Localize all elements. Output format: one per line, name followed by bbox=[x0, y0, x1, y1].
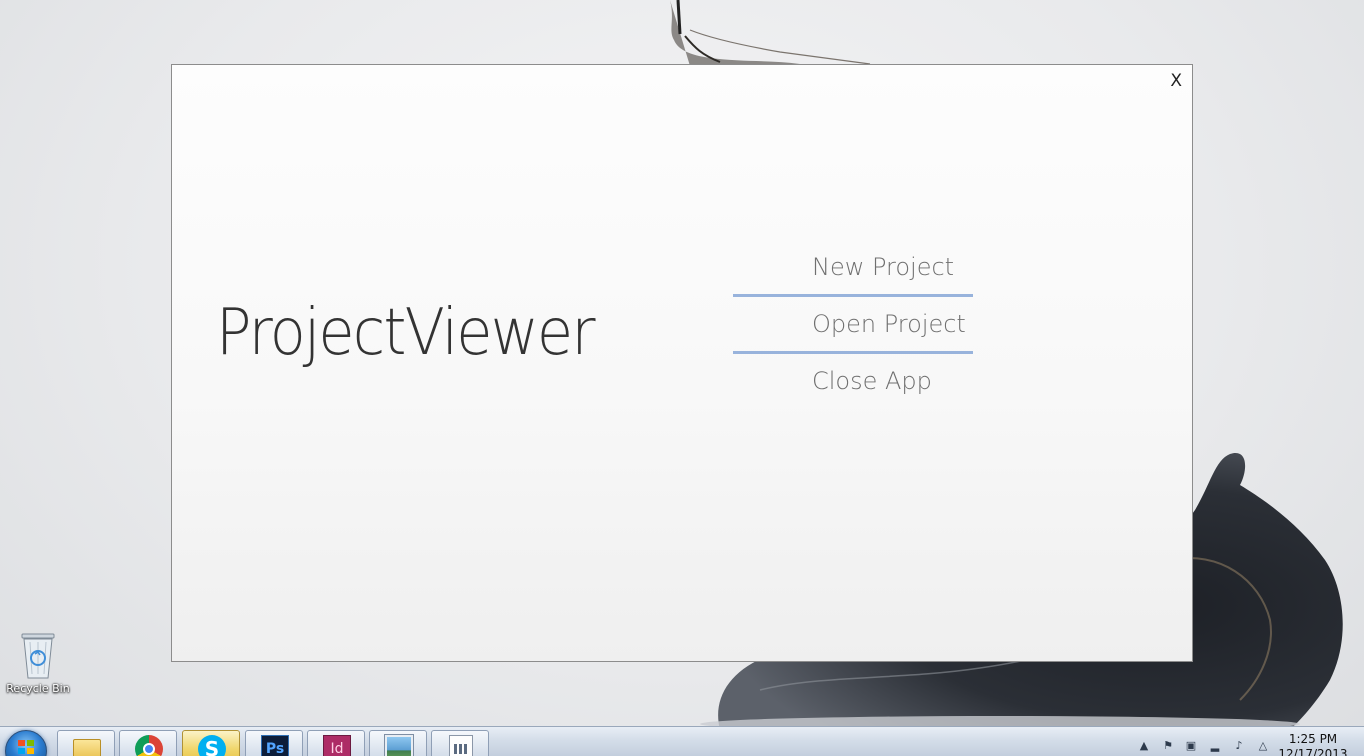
taskbar-skype-button[interactable]: S bbox=[182, 730, 240, 756]
safely-remove-hardware-icon[interactable]: ▣ bbox=[1184, 739, 1198, 753]
chrome-icon bbox=[135, 735, 163, 756]
clock-date: 12/17/2013 bbox=[1278, 747, 1348, 756]
show-hidden-icons-icon[interactable]: ▲ bbox=[1137, 739, 1151, 753]
recycle-bin-label: Recycle Bin bbox=[6, 682, 70, 695]
system-clock[interactable]: 1:25 PM 12/17/2013 bbox=[1278, 732, 1348, 756]
skype-icon: S bbox=[198, 735, 226, 756]
close-button[interactable]: X bbox=[1170, 73, 1182, 90]
clock-time: 1:25 PM bbox=[1288, 732, 1338, 746]
volume-icon[interactable]: ♪ bbox=[1232, 739, 1246, 753]
taskbar-document-button[interactable] bbox=[431, 730, 489, 756]
app-window: X ProjectViewer New Project Open Project… bbox=[171, 64, 1193, 662]
close-app-button[interactable]: Close App bbox=[733, 354, 973, 411]
photoshop-icon: Ps bbox=[261, 735, 289, 756]
indesign-icon: Id bbox=[323, 735, 351, 756]
new-project-button[interactable]: New Project bbox=[733, 240, 973, 297]
start-button[interactable] bbox=[5, 730, 47, 756]
taskbar-photoshop-button[interactable]: Ps bbox=[245, 730, 303, 756]
windows-explorer-icon bbox=[73, 739, 101, 756]
open-project-button[interactable]: Open Project bbox=[733, 297, 973, 354]
wallpaper-ink-top bbox=[670, 0, 871, 66]
taskbar-photo-viewer-button[interactable] bbox=[369, 730, 427, 756]
taskbar-chrome-button[interactable] bbox=[119, 730, 177, 756]
taskbar-indesign-button[interactable]: Id bbox=[307, 730, 365, 756]
action-center-flag-icon[interactable]: ⚑ bbox=[1161, 739, 1175, 753]
taskbar-explorer-button[interactable] bbox=[57, 730, 115, 756]
taskbar: S Ps Id ▲ ⚑ ▣ ▂ ♪ △ 1:25 PM 12/17/2013 bbox=[0, 726, 1364, 756]
document-icon bbox=[449, 735, 473, 756]
main-menu: New Project Open Project Close App bbox=[733, 240, 973, 411]
google-drive-icon[interactable]: △ bbox=[1256, 739, 1270, 753]
recycle-bin-icon bbox=[21, 633, 55, 679]
app-title: ProjectViewer bbox=[216, 296, 596, 370]
network-signal-icon[interactable]: ▂ bbox=[1208, 739, 1222, 753]
photo-viewer-icon bbox=[384, 734, 414, 756]
recycle-bin[interactable]: Recycle Bin bbox=[4, 628, 72, 695]
